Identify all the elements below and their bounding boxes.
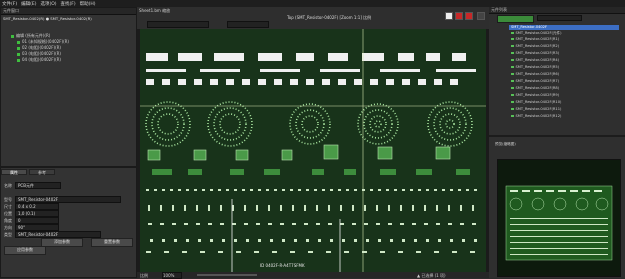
list-item[interactable]: SMT_Resistor-0402F(R6) [511, 72, 559, 76]
prop-label: 方向 [4, 224, 12, 230]
property-tabs: 属性 参考 [1, 169, 136, 175]
panel-title: 元件窗口 [1, 8, 136, 15]
prop-label: 型号 [4, 196, 12, 202]
zoom-slider[interactable] [197, 274, 257, 276]
view-title: Top (SMT_Resistor-0402F) [Zoom 1:1] 比例 [287, 15, 372, 20]
component-icon [17, 58, 20, 62]
pcb-drawing [140, 29, 486, 272]
component-icon [511, 72, 514, 76]
folder-icon [11, 34, 14, 38]
component-icon [511, 58, 514, 62]
menu-help[interactable]: 帮助(H) [80, 1, 96, 7]
status-scale-label: 比例 [140, 273, 148, 278]
list-item[interactable]: SMT_Resistor-0402F(R9) [511, 93, 559, 97]
component-icon [511, 65, 514, 69]
list-item[interactable]: SMT_Resistor-0402F(R2) [511, 44, 559, 48]
reset-params-button[interactable]: 重置参数 [91, 238, 133, 247]
layer-select[interactable] [147, 21, 209, 28]
component-icon [17, 52, 20, 56]
component-icon [511, 37, 514, 41]
prop-position-field[interactable]: 1,0 (0.1) [15, 210, 59, 217]
selection-status: ▲ 已选择 (1 项) [417, 273, 446, 278]
list-item[interactable]: SMT_Resistor-0402F(R1) [511, 37, 559, 41]
prop-label: 尺寸 [4, 203, 12, 209]
prop-model-field[interactable]: SMT_Resistor-0402F [15, 196, 121, 203]
list-search-button[interactable] [497, 15, 534, 23]
component-icon [511, 107, 514, 111]
component-icon [511, 86, 514, 90]
component-icon [511, 51, 514, 55]
component-icon [511, 31, 514, 35]
component-icon [511, 44, 514, 48]
list-item[interactable]: SMT_Resistor-0402F(R4) [511, 58, 559, 62]
list-item[interactable]: SMT_Resistor-0402F(R12) [511, 114, 561, 118]
prop-direction-field[interactable]: 90° [15, 224, 59, 231]
component-icon [511, 100, 514, 104]
component-icon [17, 40, 20, 44]
editor-status-bar: 比例 100% ▲ 已选择 (1 项) [137, 272, 489, 279]
list-item[interactable]: SMT_Resistor-0402F(R5) [511, 65, 559, 69]
apply-params-button[interactable]: 应用参数 [4, 246, 46, 255]
component-icon [511, 114, 514, 118]
add-params-button[interactable]: 添加参数 [41, 238, 83, 247]
properties-panel: 属性 参考 名称 PCB元件 型号 SMT_Resistor-0402F 尺寸 0.4… [0, 167, 137, 278]
list-item[interactable]: SMT_Resistor-0402F(R8) [511, 86, 559, 90]
component-icon [511, 93, 514, 97]
list-item[interactable]: SMT_Resistor-0402F(R7) [511, 79, 559, 83]
tab-reference[interactable]: 参考 [29, 169, 55, 175]
tree-item[interactable]: 04 (电阻)(0402F)(R) [17, 57, 61, 63]
pcb-canvas[interactable]: ID 0402F-R-A4T7SFMK [140, 29, 486, 272]
component-tree-panel: 元件窗口 SMT_Resistor-0402(R) ● SMT_Resistor… [0, 7, 137, 167]
thumbnail-preview[interactable] [497, 159, 621, 277]
thumbnail-drawing [505, 185, 613, 261]
selected-list-item[interactable]: SMT_Resistor-0402F [509, 25, 619, 30]
prop-size-field[interactable]: 0.4 x 0.2 [15, 203, 59, 210]
menu-options[interactable]: 选项(O) [40, 1, 56, 7]
list-item[interactable]: SMT_Resistor-0402F(元件) [511, 31, 562, 36]
menu-find[interactable]: 查找(F) [61, 1, 76, 7]
list-item[interactable]: SMT_Resistor-0402F(R3) [511, 51, 559, 55]
sheet-label: Sheet1.bm 缩放 [139, 8, 171, 13]
window-close-icon[interactable] [477, 12, 485, 20]
preview-title: 预览(缩略图) [495, 142, 516, 146]
red-view-button-2[interactable] [465, 12, 473, 20]
layout-editor: Sheet1.bm 缩放 Top (SMT_Resistor-0402F) [Z… [137, 7, 489, 279]
menu-file[interactable]: 文件(F) [2, 1, 17, 7]
tree-path: SMT_Resistor-0402(R) ● SMT_Resistor-0402… [3, 16, 92, 21]
tab-properties[interactable]: 属性 [1, 169, 27, 175]
list-item[interactable]: SMT_Resistor-0402F(R10) [511, 100, 561, 104]
menu-edit[interactable]: 编辑(E) [21, 1, 36, 7]
prop-angle-field[interactable]: 0 [15, 217, 59, 224]
panel-title: 元件列表 [489, 7, 625, 14]
component-icon [511, 79, 514, 83]
panel-divider [489, 135, 625, 137]
menu-bar: 文件(F) 编辑(E) 选项(O) 查找(F) 帮助(H) [0, 0, 625, 7]
red-view-button[interactable] [455, 12, 463, 20]
prop-label: 位置 [4, 210, 12, 216]
white-view-button[interactable] [445, 12, 453, 20]
canvas-id-label: ID 0402F-R-A4T7SFMK [260, 263, 305, 268]
list-item[interactable]: SMT_Resistor-0402F(R11) [511, 107, 561, 111]
zoom-select[interactable] [227, 21, 269, 28]
prop-label: 名称 [4, 182, 12, 188]
editor-toolbar: Sheet1.bm 缩放 Top (SMT_Resistor-0402F) [Z… [137, 7, 489, 29]
search-input[interactable] [537, 15, 582, 21]
prop-label: 角度 [4, 217, 12, 223]
component-list-panel: 元件列表 SMT_Resistor-0402F SMT_Resistor-040… [489, 7, 625, 278]
prop-type-field[interactable]: SMT_Resistor-0402F [15, 231, 101, 238]
prop-label: 类型 [4, 231, 12, 237]
component-icon [17, 46, 20, 50]
prop-name-field[interactable]: PCB元件 [15, 182, 61, 189]
